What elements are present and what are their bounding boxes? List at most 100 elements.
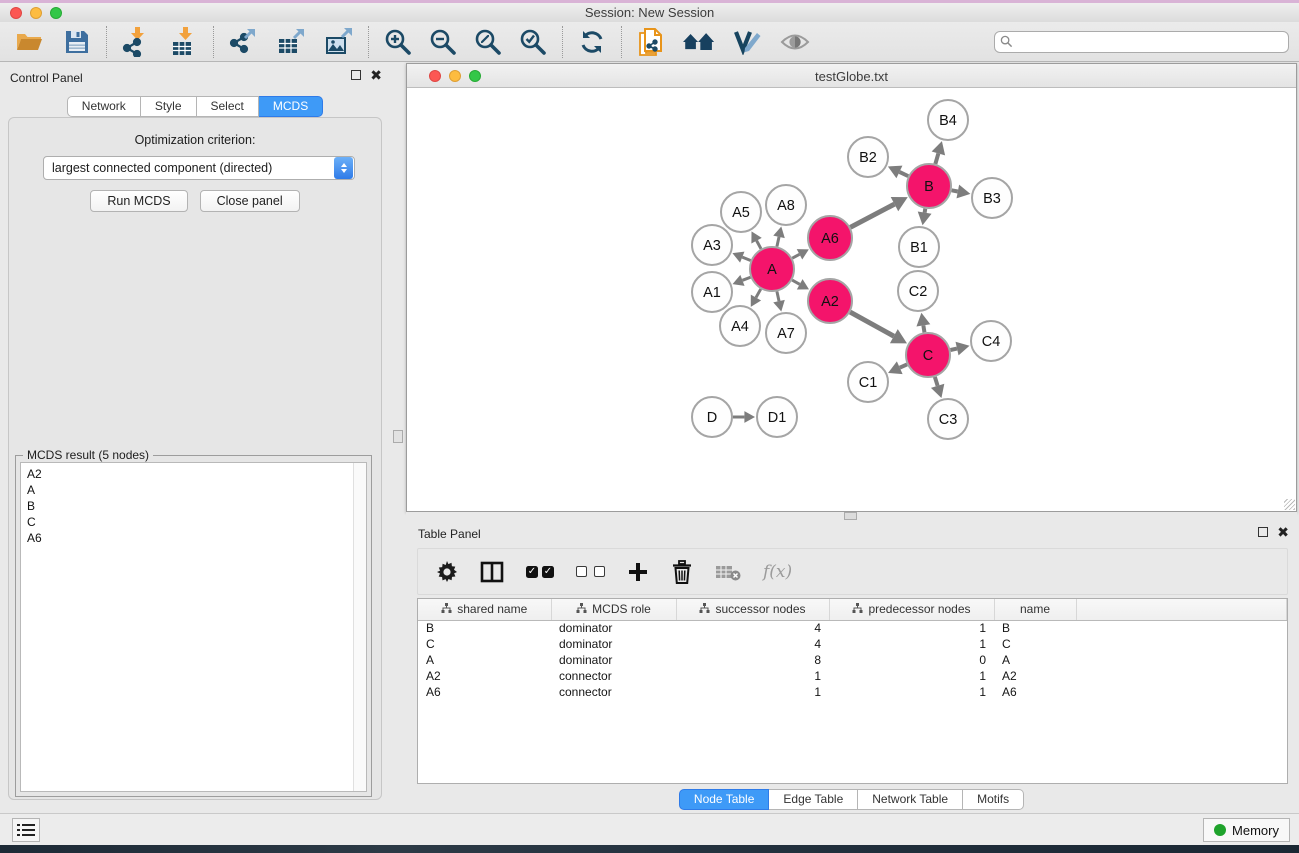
cell-MCDS-role[interactable]: dominator	[551, 636, 676, 652]
export-network-icon[interactable]	[227, 26, 259, 58]
export-table-icon[interactable]	[275, 26, 307, 58]
save-session-icon[interactable]	[61, 26, 93, 58]
graph-edge-A-A8[interactable]	[777, 237, 779, 247]
table-settings-gear-icon[interactable]	[436, 561, 458, 583]
graph-edge-A6-B[interactable]	[850, 204, 894, 227]
column-header-name[interactable]: name	[994, 599, 1076, 620]
clone-network-icon[interactable]	[635, 26, 667, 58]
cell-shared-name[interactable]: B	[418, 620, 551, 636]
cell-MCDS-role[interactable]: connector	[551, 668, 676, 684]
close-panel-button[interactable]: Close panel	[200, 190, 300, 212]
graph-edge-B-B4[interactable]	[935, 153, 938, 163]
node-table[interactable]: shared nameMCDS rolesuccessor nodesprede…	[417, 598, 1288, 784]
graph-edge-C-C1[interactable]	[900, 364, 907, 367]
horizontal-split-handle[interactable]	[844, 512, 857, 520]
mcds-result-item-A2[interactable]: A2	[21, 466, 352, 482]
tab-mcds[interactable]: MCDS	[259, 96, 323, 117]
cell-MCDS-role[interactable]: dominator	[551, 652, 676, 668]
search-input[interactable]	[994, 31, 1289, 53]
mcds-result-item-A[interactable]: A	[21, 482, 352, 498]
float-panel-icon[interactable]	[351, 70, 361, 80]
zoom-selected-icon[interactable]	[517, 26, 549, 58]
cell-predecessor-nodes[interactable]: 1	[829, 668, 994, 684]
tab-edge-table[interactable]: Edge Table	[769, 789, 858, 810]
memory-button[interactable]: Memory	[1203, 818, 1290, 842]
cell-MCDS-role[interactable]: dominator	[551, 620, 676, 636]
graph-edge-C-C3[interactable]	[935, 377, 938, 386]
tab-motifs[interactable]: Motifs	[963, 789, 1024, 810]
zoom-in-icon[interactable]	[382, 26, 414, 58]
validator-icon[interactable]	[731, 26, 763, 58]
run-mcds-button[interactable]: Run MCDS	[90, 190, 187, 212]
column-header-predecessor-nodes[interactable]: predecessor nodes	[829, 599, 994, 620]
cell-predecessor-nodes[interactable]: 0	[829, 652, 994, 668]
cell-MCDS-role[interactable]: connector	[551, 684, 676, 700]
horizontal-split[interactable]	[406, 512, 1297, 520]
column-header-MCDS-role[interactable]: MCDS role	[551, 599, 676, 620]
zoom-out-icon[interactable]	[427, 26, 459, 58]
cell-successor-nodes[interactable]: 1	[676, 684, 829, 700]
cell-successor-nodes[interactable]: 4	[676, 636, 829, 652]
home-network-icon[interactable]	[683, 26, 715, 58]
cell-predecessor-nodes[interactable]: 1	[829, 636, 994, 652]
table-row[interactable]: Adominator80A	[418, 652, 1287, 668]
tab-network[interactable]: Network	[67, 96, 141, 117]
table-row[interactable]: Cdominator41C	[418, 636, 1287, 652]
tab-style[interactable]: Style	[141, 96, 197, 117]
graph-edge-C-C4[interactable]	[950, 349, 957, 350]
show-columns-icon[interactable]	[480, 561, 504, 583]
cell-name[interactable]: B	[994, 620, 1076, 636]
tab-node-table[interactable]: Node Table	[679, 789, 770, 810]
cell-shared-name[interactable]: A6	[418, 684, 551, 700]
cell-name[interactable]: A	[994, 652, 1076, 668]
import-network-icon[interactable]	[120, 26, 152, 58]
graph-edge-A-A6[interactable]	[792, 254, 799, 258]
graph-edge-A-A7[interactable]	[777, 291, 779, 301]
vertical-split-handle[interactable]	[393, 430, 403, 443]
deselect-all-icon[interactable]	[576, 566, 605, 577]
graph-edge-A-A4[interactable]	[756, 289, 761, 298]
show-hide-icon[interactable]	[779, 26, 811, 58]
open-file-icon[interactable]	[13, 26, 45, 58]
network-canvas[interactable]: B4B2BB3A5A8A6B1A3AC2A1A2A4A7C4CC1C3DD1	[407, 88, 1296, 511]
close-panel-icon[interactable]: ✖	[370, 70, 382, 80]
search-field[interactable]	[994, 31, 1289, 53]
list-scrollbar[interactable]	[353, 463, 366, 791]
mcds-result-item-C[interactable]: C	[21, 514, 352, 530]
cell-successor-nodes[interactable]: 1	[676, 668, 829, 684]
graph-edge-A-A2[interactable]	[792, 280, 800, 284]
cell-successor-nodes[interactable]: 8	[676, 652, 829, 668]
export-image-icon[interactable]	[323, 26, 355, 58]
optimization-criterion-select[interactable]: largest connected component (directed)	[43, 156, 355, 180]
graph-edge-A-A5[interactable]	[757, 241, 761, 249]
task-history-button[interactable]	[12, 818, 40, 842]
graph-edge-A2-C[interactable]	[850, 312, 894, 336]
mcds-result-item-A6[interactable]: A6	[21, 530, 352, 546]
mcds-result-item-B[interactable]: B	[21, 498, 352, 514]
zoom-fit-icon[interactable]	[472, 26, 504, 58]
graph-edge-B-B3[interactable]	[952, 190, 958, 191]
graph-edge-A-A3[interactable]	[742, 257, 750, 260]
tab-network-table[interactable]: Network Table	[858, 789, 963, 810]
cell-shared-name[interactable]: A	[418, 652, 551, 668]
table-row[interactable]: Bdominator41B	[418, 620, 1287, 636]
cell-predecessor-nodes[interactable]: 1	[829, 620, 994, 636]
table-row[interactable]: A6connector11A6	[418, 684, 1287, 700]
delete-trash-icon[interactable]	[671, 560, 693, 584]
cell-successor-nodes[interactable]: 4	[676, 620, 829, 636]
column-header-shared-name[interactable]: shared name	[418, 599, 551, 620]
graph-edge-B-B2[interactable]	[899, 172, 908, 176]
select-all-icon[interactable]: ✓✓	[526, 566, 554, 578]
cell-name[interactable]: C	[994, 636, 1076, 652]
cell-name[interactable]: A2	[994, 668, 1076, 684]
cell-shared-name[interactable]: A2	[418, 668, 551, 684]
float-table-panel-icon[interactable]	[1258, 527, 1268, 537]
table-row[interactable]: A2connector11A2	[418, 668, 1287, 684]
close-table-panel-icon[interactable]: ✖	[1277, 527, 1289, 537]
cell-predecessor-nodes[interactable]: 1	[829, 684, 994, 700]
cell-shared-name[interactable]: C	[418, 636, 551, 652]
tab-select[interactable]: Select	[197, 96, 259, 117]
apply-layout-icon[interactable]	[576, 26, 608, 58]
window-resize-grip[interactable]	[1284, 499, 1295, 510]
cell-name[interactable]: A6	[994, 684, 1076, 700]
